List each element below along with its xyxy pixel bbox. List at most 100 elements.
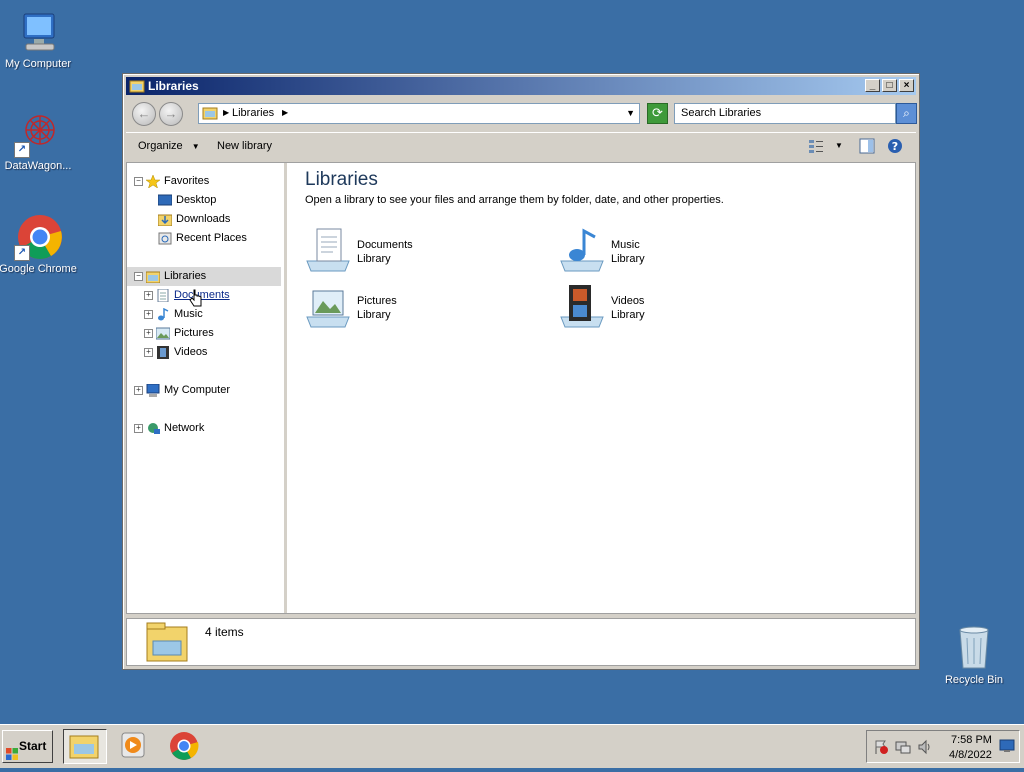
shortcut-arrow-icon: ↗: [14, 142, 30, 158]
taskbar-chrome-button[interactable]: [163, 729, 207, 764]
volume-icon[interactable]: [917, 739, 933, 758]
nav-label: Pictures: [174, 327, 214, 339]
refresh-button[interactable]: ⟳: [647, 103, 668, 124]
library-name: Videos: [611, 295, 645, 307]
nav-label: Recent Places: [176, 232, 247, 244]
library-name: Music: [611, 239, 640, 251]
desktop-icon-datawagon[interactable]: ↗ DataWagon...: [0, 110, 80, 172]
minimize-button[interactable]: _: [865, 79, 880, 92]
view-dropdown-icon[interactable]: ▼: [835, 141, 843, 150]
nav-pictures[interactable]: + Pictures: [144, 324, 214, 343]
library-documents[interactable]: Documents Library: [305, 227, 545, 277]
taskbar-explorer-button[interactable]: [63, 729, 107, 764]
nav-libraries[interactable]: − Libraries: [127, 267, 281, 286]
preview-pane-button[interactable]: [859, 138, 875, 157]
nav-my-computer[interactable]: + My Computer: [134, 381, 230, 400]
back-button[interactable]: ←: [132, 102, 156, 126]
explorer-icon: [69, 735, 99, 759]
system-tray: 7:58 PM 4/8/2022: [866, 730, 1020, 763]
nav-desktop[interactable]: Desktop: [157, 191, 217, 210]
documents-icon: [156, 288, 170, 303]
desktop-icon-recycle-bin[interactable]: Recycle Bin: [932, 624, 1016, 686]
forward-button[interactable]: →: [159, 102, 183, 126]
expand-icon[interactable]: +: [134, 385, 143, 395]
recent-places-icon: [158, 232, 172, 245]
mouse-cursor-icon: [189, 289, 203, 310]
library-music[interactable]: Music Library: [559, 227, 799, 277]
library-videos[interactable]: Videos Library: [559, 283, 799, 333]
collapse-icon[interactable]: −: [134, 271, 143, 281]
nav-label: Favorites: [164, 175, 210, 187]
breadcrumb-chevron-icon[interactable]: ▶: [223, 108, 229, 117]
breadcrumb-libraries[interactable]: Libraries: [232, 107, 274, 119]
desktop-icon-google-chrome[interactable]: ↗ Google Chrome: [0, 213, 80, 275]
search-input[interactable]: Search Libraries: [674, 103, 896, 124]
nav-downloads[interactable]: Downloads: [157, 210, 231, 229]
address-dropdown-icon[interactable]: ▼: [626, 108, 635, 118]
videos-library-icon: [559, 283, 605, 329]
desktop-icon-my-computer[interactable]: My Computer: [0, 8, 80, 70]
explorer-window: Libraries _ □ × ← → ▶ Libraries ▶ ▼ ⟳ Se…: [122, 73, 920, 670]
new-library-button[interactable]: New library: [217, 140, 272, 152]
content-area: − Favorites Desktop Downloads Recent Plac…: [126, 162, 916, 614]
show-desktop-icon[interactable]: [999, 739, 1015, 756]
recycle-bin-icon: [950, 624, 998, 672]
clock-time[interactable]: 7:58 PM: [951, 734, 992, 746]
desktop-icon: [157, 194, 173, 207]
datawagon-icon: ↗: [14, 110, 62, 158]
main-pane[interactable]: Libraries Open a library to see your fil…: [287, 163, 915, 613]
clock-date[interactable]: 4/8/2022: [949, 749, 992, 761]
view-icon: [809, 140, 823, 153]
maximize-button[interactable]: □: [882, 79, 897, 92]
nav-recent-places[interactable]: Recent Places: [158, 229, 247, 248]
expand-icon[interactable]: +: [144, 309, 153, 319]
dropdown-arrow-icon: ▼: [191, 142, 200, 151]
help-button[interactable]: ?: [887, 138, 903, 157]
nav-label: Videos: [174, 346, 208, 358]
organize-label: Organize: [138, 140, 183, 152]
nav-network[interactable]: + Network: [134, 419, 204, 438]
taskbar: Start 7:58 PM 4/8/2022: [0, 724, 1024, 768]
taskbar-media-player-button[interactable]: [113, 729, 157, 764]
expand-icon[interactable]: +: [144, 347, 153, 357]
search-button[interactable]: ⌕: [896, 103, 917, 124]
expand-icon[interactable]: +: [134, 423, 143, 433]
start-button[interactable]: Start: [2, 730, 53, 763]
nav-documents[interactable]: + Documents: [144, 286, 230, 305]
library-type: Library: [611, 309, 645, 321]
start-label: Start: [19, 739, 47, 753]
nav-label: My Computer: [164, 384, 231, 396]
nav-label: Downloads: [176, 213, 231, 225]
nav-videos[interactable]: + Videos: [144, 343, 207, 362]
title-bar[interactable]: Libraries _ □ ×: [126, 77, 916, 95]
svg-text:?: ?: [892, 140, 898, 153]
libraries-icon: [129, 79, 145, 93]
library-pictures[interactable]: Pictures Library: [305, 283, 545, 333]
preview-pane-icon: [859, 138, 875, 154]
libraries-icon: [145, 270, 161, 284]
action-center-flag-icon[interactable]: [873, 739, 889, 758]
close-button[interactable]: ×: [899, 79, 914, 92]
network-status-icon[interactable]: [895, 739, 911, 758]
chrome-icon: ↗: [14, 213, 62, 261]
pictures-icon: [155, 327, 171, 340]
nav-favorites[interactable]: − Favorites: [134, 172, 209, 191]
computer-icon: [14, 8, 62, 56]
library-name: Pictures: [357, 295, 397, 307]
breadcrumb-chevron-icon[interactable]: ▶: [282, 108, 288, 117]
expand-icon[interactable]: +: [144, 328, 153, 338]
address-bar[interactable]: ▶ Libraries ▶ ▼: [198, 103, 640, 124]
collapse-icon[interactable]: −: [134, 176, 143, 186]
desktop-icon-label: My Computer: [4, 58, 72, 70]
nav-label: Desktop: [176, 194, 217, 206]
organize-button[interactable]: Organize ▼: [138, 140, 200, 152]
navigation-pane[interactable]: − Favorites Desktop Downloads Recent Plac…: [127, 163, 287, 613]
expand-icon[interactable]: +: [144, 290, 153, 300]
shortcut-arrow-icon: ↗: [14, 245, 30, 261]
nav-label: Network: [164, 422, 205, 434]
page-description: Open a library to see your files and arr…: [305, 194, 724, 206]
page-title: Libraries: [305, 169, 378, 190]
change-view-button[interactable]: [808, 138, 824, 157]
help-icon: ?: [888, 139, 902, 153]
computer-icon: [146, 383, 160, 397]
